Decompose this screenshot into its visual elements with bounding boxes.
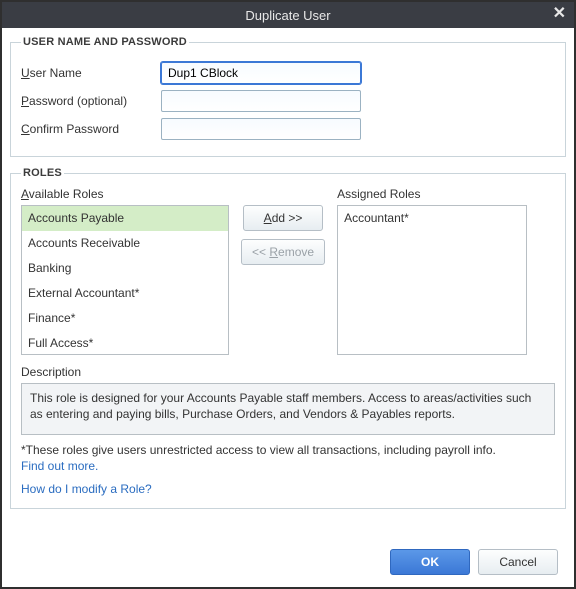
cancel-button[interactable]: Cancel xyxy=(478,549,558,575)
dialog-content: USER NAME AND PASSWORD User Name Passwor… xyxy=(2,28,574,587)
available-roles-label: Available Roles xyxy=(21,187,229,201)
title-bar: Duplicate User ✕ xyxy=(2,2,574,28)
assigned-roles-label: Assigned Roles xyxy=(337,187,527,201)
roles-body: Available Roles Accounts PayableAccounts… xyxy=(21,187,555,355)
list-item[interactable]: Accountant* xyxy=(338,206,526,231)
role-transfer-buttons: Add >> << Remove xyxy=(241,187,325,355)
assigned-roles-column: Assigned Roles Accountant* xyxy=(337,187,527,355)
password-input[interactable] xyxy=(161,90,361,112)
list-item[interactable]: Accounts Payable xyxy=(22,206,228,231)
row-password: Password (optional) xyxy=(21,90,555,112)
available-roles-list[interactable]: Accounts PayableAccounts ReceivableBanki… xyxy=(21,205,229,355)
list-item[interactable]: External Accountant* xyxy=(22,281,228,306)
list-item[interactable]: Banking xyxy=(22,256,228,281)
confirm-password-label: Confirm Password xyxy=(21,122,161,136)
ok-button[interactable]: OK xyxy=(390,549,470,575)
remove-role-button[interactable]: << Remove xyxy=(241,239,325,265)
available-roles-column: Available Roles Accounts PayableAccounts… xyxy=(21,187,229,355)
find-out-more-link[interactable]: Find out more. xyxy=(21,459,98,473)
row-username: User Name xyxy=(21,62,555,84)
user-password-group: USER NAME AND PASSWORD User Name Passwor… xyxy=(10,36,566,157)
modify-role-row: How do I modify a Role? xyxy=(21,482,555,498)
list-item[interactable]: Full Access* xyxy=(22,331,228,355)
list-item[interactable]: Finance* xyxy=(22,306,228,331)
roles-legend: ROLES xyxy=(21,167,64,179)
assigned-roles-list[interactable]: Accountant* xyxy=(337,205,527,355)
dialog-window: Duplicate User ✕ USER NAME AND PASSWORD … xyxy=(0,0,576,589)
dialog-title: Duplicate User xyxy=(245,8,330,23)
modify-role-link[interactable]: How do I modify a Role? xyxy=(21,482,152,496)
username-label: User Name xyxy=(21,66,161,80)
row-confirm-password: Confirm Password xyxy=(21,118,555,140)
password-label: Password (optional) xyxy=(21,94,161,108)
roles-note: *These roles give users unrestricted acc… xyxy=(21,443,555,474)
description-label: Description xyxy=(21,365,555,379)
dialog-footer: OK Cancel xyxy=(390,549,558,575)
username-input[interactable] xyxy=(161,62,361,84)
roles-note-text: *These roles give users unrestricted acc… xyxy=(21,443,496,457)
description-box: This role is designed for your Accounts … xyxy=(21,383,555,435)
confirm-password-input[interactable] xyxy=(161,118,361,140)
user-password-legend: USER NAME AND PASSWORD xyxy=(21,36,189,48)
list-item[interactable]: Accounts Receivable xyxy=(22,231,228,256)
roles-group: ROLES Available Roles Accounts PayableAc… xyxy=(10,167,566,509)
close-icon[interactable]: ✕ xyxy=(553,4,566,24)
add-role-button[interactable]: Add >> xyxy=(243,205,323,231)
